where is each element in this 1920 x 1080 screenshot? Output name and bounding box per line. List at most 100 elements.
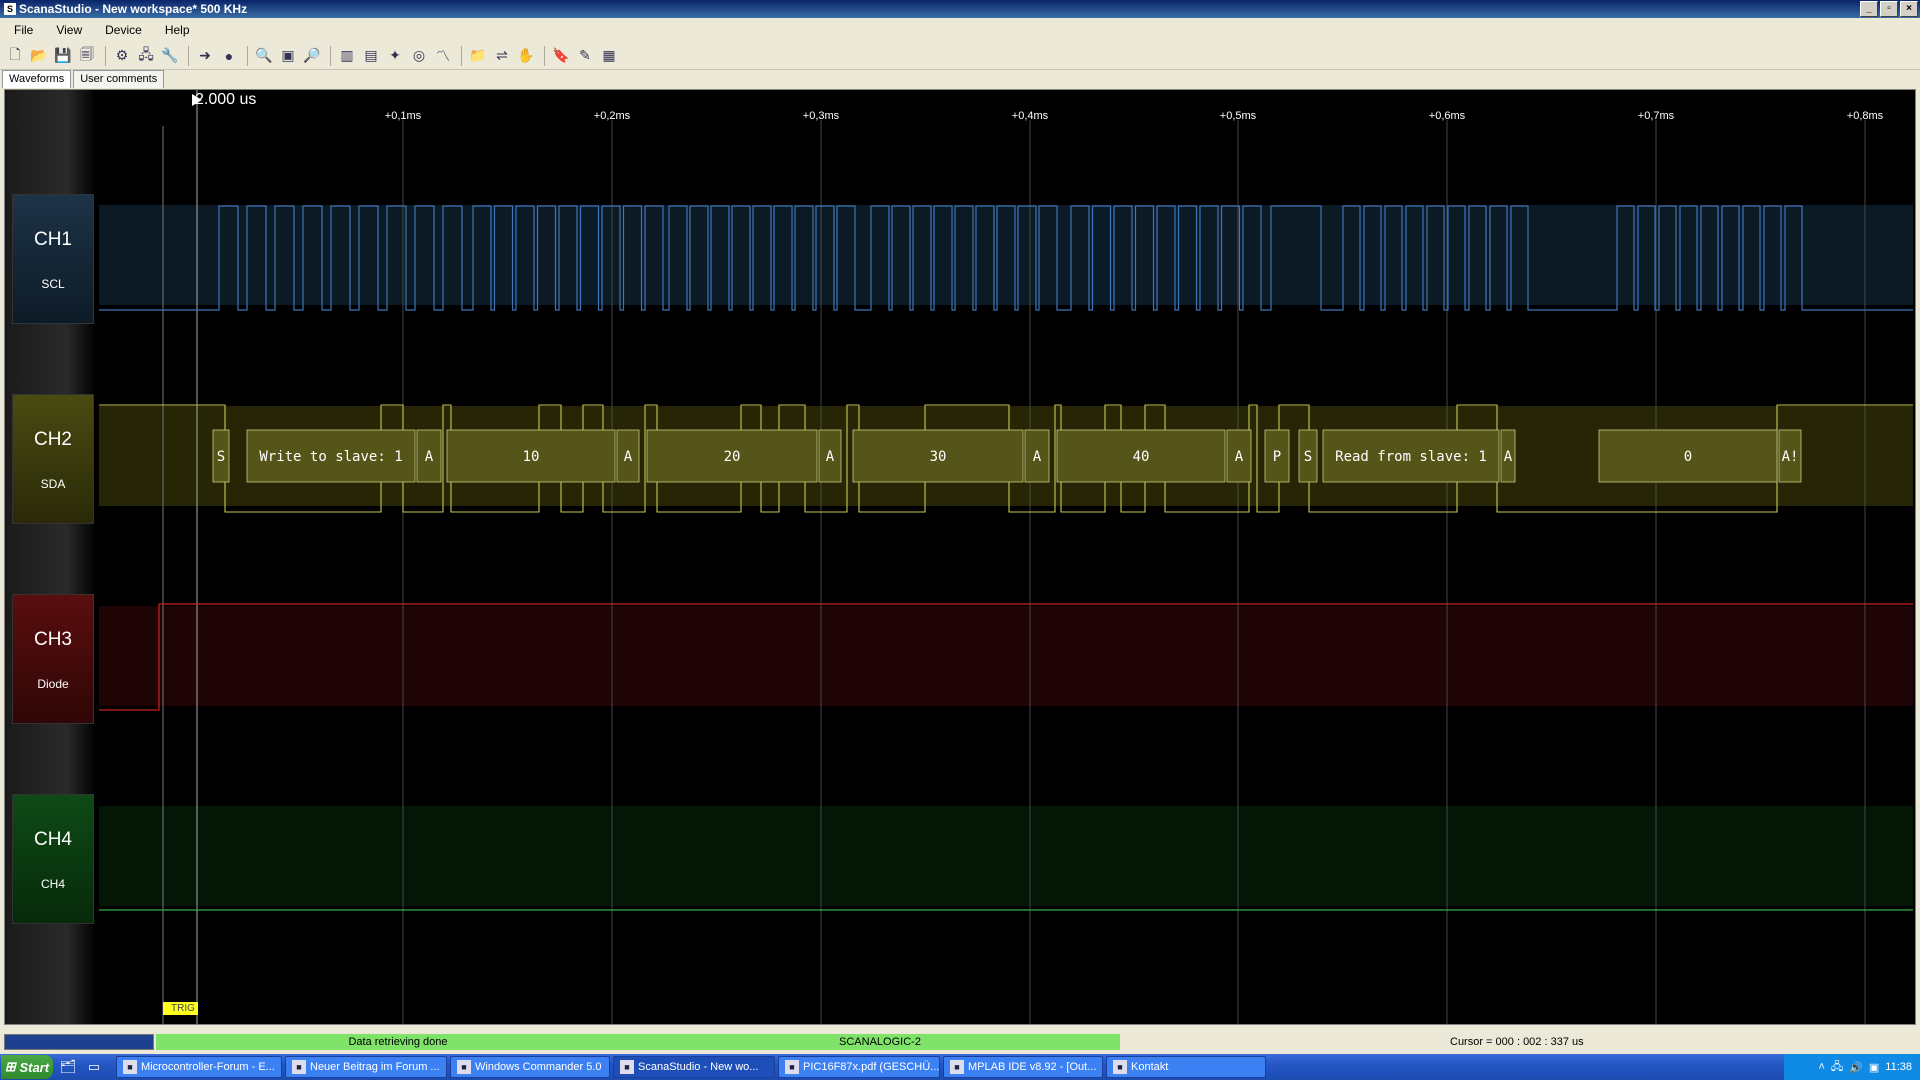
decode-frame-label: P xyxy=(1273,449,1281,465)
taskbar-item-label: Microcontroller-Forum - E... xyxy=(141,1061,275,1073)
channel-name: CH1 xyxy=(33,229,72,250)
taskbar-item[interactable]: ■ Neuer Beitrag im Forum ... xyxy=(285,1056,447,1078)
taskbar-item-label: Windows Commander 5.0 xyxy=(475,1061,602,1073)
channel-ch2-label[interactable]: CH2 SDA xyxy=(12,394,94,524)
toolbar-separator xyxy=(105,45,106,66)
status-message: Data retrieving done xyxy=(348,1036,448,1048)
time-tick-label: +0,2ms xyxy=(593,110,631,122)
channel-ch3-label[interactable]: CH3 Diode xyxy=(12,594,94,724)
channel-signal: Diode xyxy=(37,677,69,691)
taskbar-item[interactable]: ■ Windows Commander 5.0 xyxy=(450,1056,610,1078)
ie-icon: ■ xyxy=(123,1060,137,1074)
title-bar: S ScanaStudio - New workspace* 500 KHz _ … xyxy=(0,0,1920,18)
start-label: Start xyxy=(19,1059,50,1075)
taskbar-item[interactable]: ■ Kontakt xyxy=(1106,1056,1266,1078)
new-file-icon[interactable]: 🗋 xyxy=(4,45,26,67)
system-tray: ˄ 🖧 🔊 ▣ 11:38 xyxy=(1784,1054,1920,1080)
decode-frame-label: 20 xyxy=(724,449,741,465)
progress-bar xyxy=(4,1034,154,1050)
taskbar-item[interactable]: ■ PIC16F87x.pdf (GESCHÜ... xyxy=(778,1056,940,1078)
taskbar-item[interactable]: ■ MPLAB IDE v8.92 - [Out... xyxy=(943,1056,1103,1078)
decode-frame-label: 10 xyxy=(523,449,540,465)
scana-icon: S xyxy=(4,3,16,15)
quicklaunch-desktop-icon[interactable]: ▭ xyxy=(83,1057,105,1077)
close-button[interactable]: × xyxy=(1900,1,1918,17)
channel-ch4-label[interactable]: CH4 CH4 xyxy=(12,794,94,924)
calculator-icon[interactable]: ▦ xyxy=(598,45,620,67)
volume-icon[interactable]: 🔊 xyxy=(1849,1061,1863,1074)
zoom-fit-icon[interactable]: ▣ xyxy=(277,45,299,67)
taskbar-item-label: Kontakt xyxy=(1131,1061,1169,1073)
tray-expand-icon[interactable]: ˄ xyxy=(1818,1061,1824,1073)
record-icon[interactable]: ● xyxy=(218,45,240,67)
analog-icon[interactable]: 〽 xyxy=(432,45,454,67)
maximize-button[interactable]: ▫ xyxy=(1880,1,1898,17)
commander-icon: ■ xyxy=(457,1060,471,1074)
pdf-icon: ■ xyxy=(785,1060,799,1074)
ch3-band xyxy=(99,606,1913,706)
decode-frame-label: A xyxy=(425,449,434,465)
toolbar-separator xyxy=(544,45,545,66)
toolbar-separator xyxy=(461,45,462,66)
quicklaunch-explorer-icon[interactable]: 🗂 xyxy=(57,1057,79,1077)
decode-frame-label: A! xyxy=(1782,449,1799,465)
minimize-button[interactable]: _ xyxy=(1860,1,1878,17)
channel-signal: SDA xyxy=(40,477,66,491)
zoom-out-icon[interactable]: 🔍 xyxy=(253,45,275,67)
zoom-in-icon[interactable]: 🔎 xyxy=(301,45,323,67)
taskbar-item[interactable]: ■ Microcontroller-Forum - E... xyxy=(116,1056,282,1078)
decode-frame-label: A xyxy=(624,449,633,465)
channel-signal: CH4 xyxy=(40,877,65,891)
taskbar-item-label: MPLAB IDE v8.92 - [Out... xyxy=(968,1061,1097,1073)
markers-icon[interactable]: ⇌ xyxy=(491,45,513,67)
grid-horizontal-icon[interactable]: ▤ xyxy=(360,45,382,67)
device-icon[interactable]: 🖧 xyxy=(135,45,157,67)
device-name: SCANALOGIC-2 xyxy=(839,1036,921,1048)
channel-name: CH4 xyxy=(33,829,72,850)
taskbar-item-label: ScanaStudio - New wo... xyxy=(638,1061,759,1073)
network-icon[interactable]: 🖧 xyxy=(1831,1058,1843,1077)
grid-vertical-icon[interactable]: ▥ xyxy=(336,45,358,67)
channel-name: CH3 xyxy=(33,629,72,650)
settings-gear-icon[interactable]: ⚙ xyxy=(111,45,133,67)
start-button[interactable]: ⊞ Start xyxy=(1,1055,53,1079)
taskbar-item-label: Neuer Beitrag im Forum ... xyxy=(310,1061,440,1073)
save-as-icon[interactable]: 🗐 xyxy=(76,45,98,67)
toolbar-separator xyxy=(188,45,189,66)
clock: 11:38 xyxy=(1885,1061,1912,1073)
ch1-band xyxy=(99,205,1913,305)
waveform-canvas[interactable]: S Write to slave: 1 A 10 A 20 A 30 A 40 A P S Read fr… xyxy=(5,90,1916,1025)
trigger-icon[interactable]: ◎ xyxy=(408,45,430,67)
status-panel: Data retrieving done SCANALOGIC-2 xyxy=(156,1034,1120,1050)
save-icon[interactable]: 💾 xyxy=(52,45,74,67)
tab-waveforms[interactable]: Waveforms xyxy=(2,70,72,88)
channel-name: CH2 xyxy=(33,429,72,450)
channel-ch1-label[interactable]: CH1 SCL xyxy=(12,194,94,324)
decode-frame-label: Read from slave: 1 xyxy=(1335,449,1487,465)
scana-icon: ■ xyxy=(620,1060,634,1074)
menu-help[interactable]: Help xyxy=(151,23,199,37)
trigger-marker[interactable]: TRIG xyxy=(163,1002,198,1015)
time-tick-label: +0,5ms xyxy=(1219,110,1257,122)
bookmark-icon[interactable]: 🔖 xyxy=(550,45,572,67)
mplab-icon: ■ xyxy=(950,1060,964,1074)
taskbar-item[interactable]: ■ ScanaStudio - New wo... xyxy=(613,1056,775,1078)
decoder-icon[interactable]: ✦ xyxy=(384,45,406,67)
measure-icon[interactable]: ✎ xyxy=(574,45,596,67)
decode-frame-label: A xyxy=(1235,449,1244,465)
time-tick-label: +0,3ms xyxy=(802,110,840,122)
tray-app-icon[interactable]: ▣ xyxy=(1869,1061,1879,1074)
waveform-view[interactable]: S Write to slave: 1 A 10 A 20 A 30 A 40 A P S Read fr… xyxy=(4,89,1916,1025)
hand-icon[interactable]: ✋ xyxy=(515,45,537,67)
open-workspace-icon[interactable]: 📁 xyxy=(467,45,489,67)
open-folder-icon[interactable]: 📂 xyxy=(28,45,50,67)
menu-device[interactable]: Device xyxy=(91,23,151,37)
decode-frame-label: A xyxy=(1504,449,1513,465)
firefox-icon: ■ xyxy=(292,1060,306,1074)
tools-icon[interactable]: 🔧 xyxy=(159,45,181,67)
tab-user-comments[interactable]: User comments xyxy=(73,70,165,88)
menu-view[interactable]: View xyxy=(42,23,91,37)
start-acquisition-icon[interactable]: ➜ xyxy=(194,45,216,67)
menu-file[interactable]: File xyxy=(0,23,42,37)
menu-bar: File View Device Help xyxy=(0,19,1920,41)
